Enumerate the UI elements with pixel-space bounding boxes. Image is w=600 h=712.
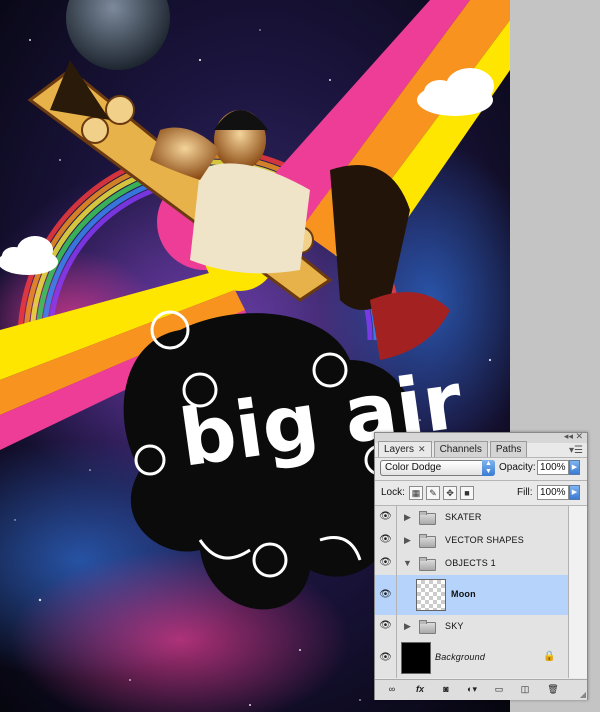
layer-row-skater[interactable]: 👁 ▶ SKATER bbox=[375, 506, 568, 530]
lock-position-icon[interactable]: ✥ bbox=[443, 486, 457, 500]
collapse-triangle-icon[interactable]: ▼ bbox=[403, 558, 412, 568]
opacity-field[interactable]: 100% bbox=[537, 460, 569, 475]
tab-channels[interactable]: Channels bbox=[433, 441, 488, 457]
layers-panel: ◂◂ ✕ Layers ✕ Channels Paths ▾☰ Color Dod… bbox=[374, 431, 588, 700]
eye-icon[interactable]: 👁 bbox=[377, 534, 394, 545]
layer-name: Background bbox=[435, 652, 486, 662]
lock-transparent-pixels-icon[interactable]: ▦ bbox=[409, 486, 423, 500]
column-divider bbox=[396, 529, 397, 552]
layer-name: Moon bbox=[451, 589, 476, 599]
updown-arrows-icon: ▲ ▼ bbox=[482, 460, 495, 476]
tab-layers[interactable]: Layers ✕ bbox=[378, 441, 432, 458]
layer-name: SKATER bbox=[445, 512, 482, 522]
panel-collapse-icon[interactable]: ◂◂ ✕ bbox=[564, 431, 583, 442]
lock-label: Lock: bbox=[381, 487, 405, 498]
new-group-icon[interactable]: ▭ bbox=[492, 683, 506, 696]
link-layers-icon[interactable]: ∞ bbox=[384, 683, 400, 696]
layer-name: VECTOR SHAPES bbox=[445, 535, 524, 545]
column-divider bbox=[396, 506, 397, 529]
folder-icon bbox=[419, 557, 436, 571]
layer-row-sky[interactable]: 👁 ▶ SKY bbox=[375, 615, 568, 639]
layer-name: SKY bbox=[445, 621, 464, 631]
tabs-divider bbox=[375, 457, 587, 458]
tab-paths[interactable]: Paths bbox=[489, 441, 528, 457]
expand-triangle-icon[interactable]: ▶ bbox=[404, 535, 411, 546]
opacity-slider-arrow-icon[interactable]: ▶ bbox=[569, 460, 580, 475]
column-divider bbox=[396, 615, 397, 638]
eye-icon[interactable]: 👁 bbox=[377, 557, 394, 568]
column-divider bbox=[396, 638, 397, 678]
adjustment-layer-icon[interactable]: ◐▾ bbox=[463, 683, 481, 696]
layer-row-background[interactable]: 👁 Background 🔒 bbox=[375, 638, 568, 678]
layers-list: 👁 ▶ SKATER 👁 ▶ VECTOR SHAPES 👁 ▼ OBJECTS… bbox=[375, 506, 568, 678]
options-divider bbox=[375, 480, 587, 481]
lock-icon: 🔒 bbox=[543, 651, 556, 662]
fill-field[interactable]: 100% bbox=[537, 485, 569, 500]
folder-icon bbox=[419, 534, 436, 548]
tab-channels-label: Channels bbox=[439, 444, 482, 455]
panel-tabs: Layers ✕ Channels Paths bbox=[378, 441, 529, 458]
tab-paths-label: Paths bbox=[495, 444, 522, 455]
expand-triangle-icon[interactable]: ▶ bbox=[404, 512, 411, 523]
layer-mask-icon[interactable]: ◙ bbox=[439, 683, 453, 696]
blend-mode-value: Color Dodge bbox=[385, 462, 442, 473]
column-divider bbox=[396, 575, 397, 615]
panel-menu-icon[interactable]: ▾☰ bbox=[569, 445, 583, 456]
fill-label: Fill: bbox=[517, 487, 533, 498]
close-tab-icon[interactable]: ✕ bbox=[418, 444, 426, 454]
folder-icon bbox=[419, 511, 436, 525]
layer-thumbnail bbox=[416, 579, 446, 611]
layers-scrollbar[interactable] bbox=[568, 506, 587, 678]
eye-icon[interactable]: 👁 bbox=[377, 511, 394, 522]
panel-bottom-toolbar: ∞ fx ◙ ◐▾ ▭ ◫ 🗑 ◢ bbox=[375, 679, 587, 700]
new-layer-icon[interactable]: ◫ bbox=[518, 683, 532, 696]
eye-icon[interactable]: 👁 bbox=[377, 589, 394, 600]
fill-slider-arrow-icon[interactable]: ▶ bbox=[569, 485, 580, 500]
folder-icon bbox=[419, 620, 436, 634]
lock-all-icon[interactable]: ■ bbox=[460, 486, 474, 500]
trash-icon[interactable]: 🗑 bbox=[546, 683, 560, 696]
tab-layers-label: Layers bbox=[384, 444, 415, 455]
resize-grip-icon[interactable]: ◢ bbox=[580, 690, 586, 699]
column-divider bbox=[396, 552, 397, 575]
layer-row-vector-shapes[interactable]: 👁 ▶ VECTOR SHAPES bbox=[375, 529, 568, 553]
eye-icon[interactable]: 👁 bbox=[377, 620, 394, 631]
lock-image-pixels-icon[interactable]: ✎ bbox=[426, 486, 440, 500]
opacity-label: Opacity: bbox=[499, 462, 536, 473]
layer-row-objects-1[interactable]: 👁 ▼ OBJECTS 1 bbox=[375, 552, 568, 576]
blend-mode-select[interactable]: Color Dodge ▲ ▼ bbox=[380, 460, 495, 476]
fx-icon[interactable]: fx bbox=[410, 683, 430, 696]
layer-row-moon[interactable]: 👁 Moon bbox=[375, 575, 568, 616]
eye-icon[interactable]: 👁 bbox=[377, 652, 394, 663]
expand-triangle-icon[interactable]: ▶ bbox=[404, 621, 411, 632]
layer-name: OBJECTS 1 bbox=[445, 558, 496, 568]
layer-thumbnail bbox=[401, 642, 431, 674]
